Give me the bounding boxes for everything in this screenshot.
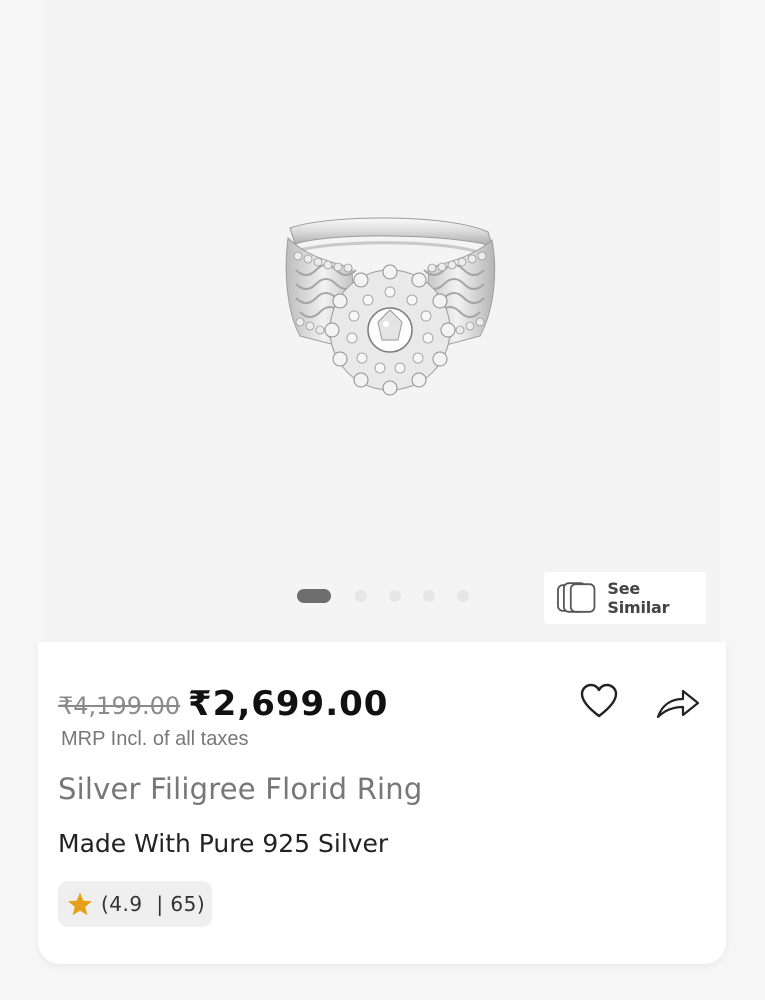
product-title: Silver Filigree Florid Ring xyxy=(58,772,423,806)
star-icon xyxy=(68,892,92,916)
carousel-dot[interactable] xyxy=(355,590,367,602)
see-similar-label: See Similar xyxy=(607,579,670,617)
carousel-dot[interactable] xyxy=(389,590,401,602)
mrp-tax-note: MRP Incl. of all taxes xyxy=(61,728,249,750)
stacked-cards-icon xyxy=(557,582,596,613)
selling-price: ₹2,699.00 xyxy=(188,684,389,724)
heart-outline-icon[interactable] xyxy=(579,682,619,722)
carousel-dot-active[interactable] xyxy=(297,589,331,603)
carousel-dot[interactable] xyxy=(457,590,469,602)
carousel-dot[interactable] xyxy=(423,590,435,602)
rating-badge[interactable]: (4.9 | 65) xyxy=(58,881,212,927)
rating-text: (4.9 | 65) xyxy=(101,892,206,916)
product-image[interactable] xyxy=(240,210,530,410)
product-image-gallery[interactable]: See Similar xyxy=(45,0,720,640)
ring-image xyxy=(285,217,496,396)
carousel-indicator[interactable] xyxy=(297,589,491,603)
product-info-card: ₹4,199.00 ₹2,699.00 MRP Incl. of all tax… xyxy=(38,642,726,964)
mrp-price: ₹4,199.00 xyxy=(58,692,181,720)
see-similar-button[interactable]: See Similar xyxy=(544,572,706,624)
product-subtitle: Made With Pure 925 Silver xyxy=(58,829,389,858)
share-arrow-icon[interactable] xyxy=(656,686,700,720)
